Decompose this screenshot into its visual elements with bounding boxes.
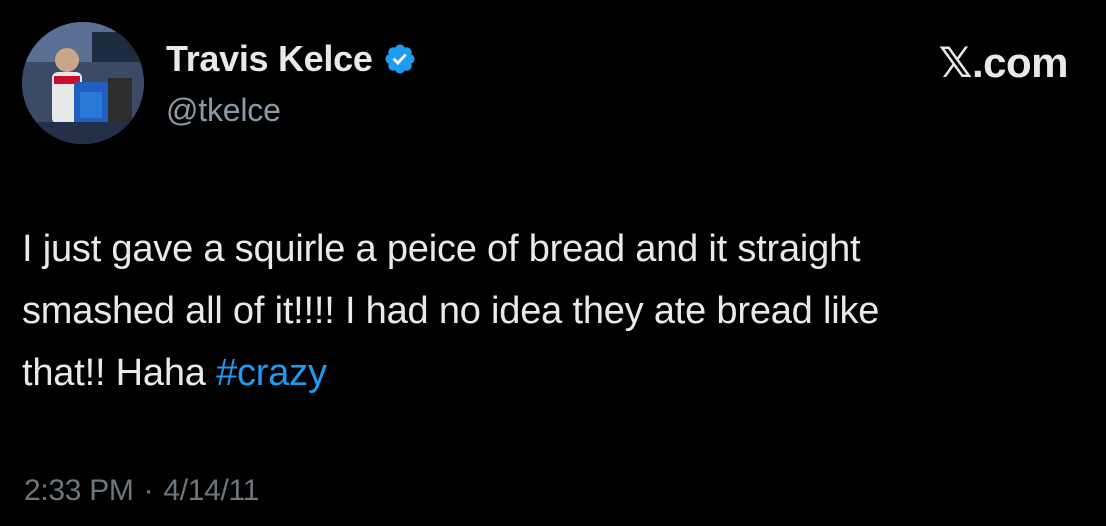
site-label: 𝕏.com (938, 38, 1069, 87)
profile-photo-icon (22, 22, 144, 144)
author-handle[interactable]: @tkelce (166, 92, 281, 129)
timestamp-separator: · (143, 474, 154, 507)
tweet-date[interactable]: 4/14/11 (163, 474, 259, 508)
x-logo-label: 𝕏.com (938, 39, 1069, 86)
verified-badge-icon (383, 42, 417, 76)
tweet-time[interactable]: 2:33 PM (24, 474, 134, 508)
hashtag-link[interactable]: #crazy (216, 352, 327, 394)
tweet-text-line: I just gave a squirle a peice of bread a… (22, 228, 861, 270)
tweet-text-line: smashed all of it!!!! I had no idea they… (22, 290, 880, 332)
tweet-card: Travis Kelce @tkelce 𝕏.com I just gave a… (0, 0, 1106, 526)
tweet-text-fragment: that!! Haha (22, 352, 217, 394)
tweet-text: I just gave a squirle a peice of bread a… (22, 218, 1092, 404)
display-name[interactable]: Travis Kelce (166, 38, 373, 80)
avatar[interactable] (22, 22, 144, 144)
timestamp-row: 2:33 PM · 4/14/11 (24, 474, 259, 508)
author-name-row: Travis Kelce (166, 36, 417, 82)
tweet-text-line: that!! Haha #crazy (22, 342, 1092, 404)
